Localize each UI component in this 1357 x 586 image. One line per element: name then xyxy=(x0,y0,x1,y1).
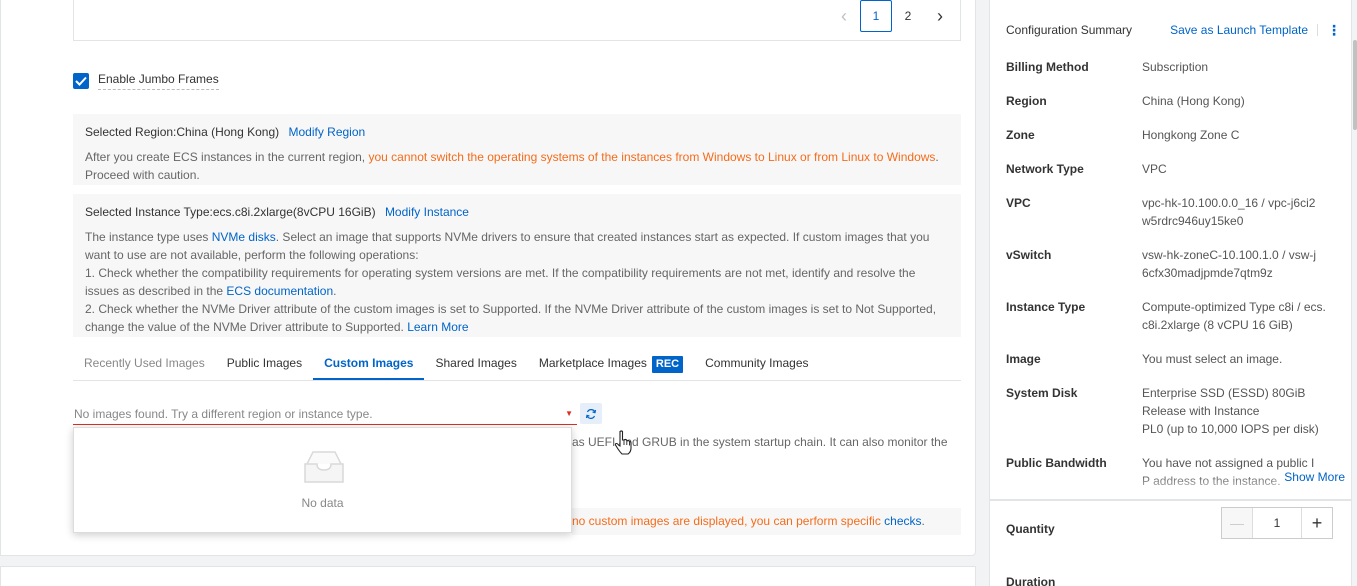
no-data-text: No data xyxy=(301,496,344,510)
summary-value: Compute-optimized Type c8i / ecs.c8i.2xl… xyxy=(1142,300,1326,332)
summary-value: Enterprise SSD (ESSD) 80GiB Release with… xyxy=(1142,384,1319,438)
modify-region-link[interactable]: Modify Region xyxy=(288,125,365,139)
summary-key: Network Type xyxy=(1006,162,1084,176)
warning-end: . xyxy=(921,514,925,528)
tab-marketplace-label: Marketplace Images xyxy=(538,356,647,370)
ecs-documentation-link[interactable]: ECS documentation xyxy=(226,284,333,298)
previous-table: ‹ 1 2 › xyxy=(73,0,961,41)
tab-custom-images[interactable]: Custom Images xyxy=(313,353,425,380)
summary-row-image: Image You must select an image. xyxy=(1006,350,1336,368)
tab-community-images[interactable]: Community Images xyxy=(694,353,819,380)
quantity-label: Quantity xyxy=(1006,522,1055,536)
modify-instance-link[interactable]: Modify Instance xyxy=(385,205,469,219)
region-notice-suffix: . xyxy=(935,150,939,164)
warning-text: no custom images are displayed, you can … xyxy=(572,514,885,528)
next-page-button[interactable]: › xyxy=(924,0,956,32)
region-notice-title: Selected Region:China (Hong Kong) xyxy=(85,125,280,139)
region-notice-text: After you create ECS instances in the cu… xyxy=(85,150,369,164)
summary-value: vpc-hk-10.100.0.0_16 / vpc-j6ci2w5rdrc94… xyxy=(1142,196,1316,228)
summary-key: Image xyxy=(1006,352,1041,366)
disk-line: Enterprise SSD (ESSD) 80GiB xyxy=(1142,386,1306,400)
refresh-icon xyxy=(585,408,597,419)
instance-notice: Selected Instance Type:ecs.c8i.2xlarge(8… xyxy=(73,194,961,337)
scrollbar-thumb[interactable] xyxy=(1353,40,1357,130)
image-tabs: Recently Used Images Public Images Custo… xyxy=(73,353,961,381)
region-notice-line2: Proceed with caution. xyxy=(85,168,200,182)
instance-notice-p2: 1. Check whether the compatibility requi… xyxy=(85,266,916,298)
summary-key: VPC xyxy=(1006,196,1031,210)
summary-value: VPC xyxy=(1142,162,1167,176)
region-notice-warning: you cannot switch the operating systems … xyxy=(368,150,936,164)
image-dropdown-menu: No data xyxy=(73,427,572,533)
tab-public-images[interactable]: Public Images xyxy=(216,353,313,380)
region-notice: Selected Region:China (Hong Kong) Modify… xyxy=(73,114,961,185)
disk-line: Release with Instance xyxy=(1142,404,1260,418)
empty-inbox-icon xyxy=(301,450,347,489)
summary-key: System Disk xyxy=(1006,386,1078,400)
checks-link[interactable]: checks xyxy=(884,514,921,528)
decrease-quantity-button[interactable]: — xyxy=(1222,508,1253,538)
quantity-input[interactable]: 1 xyxy=(1253,516,1301,530)
more-options-icon[interactable]: ⋮ xyxy=(1327,23,1341,37)
configuration-summary: Configuration Summary Save as Launch Tem… xyxy=(989,0,1352,500)
next-section-panel xyxy=(0,566,976,586)
summary-value: Subscription xyxy=(1142,60,1209,74)
refresh-button[interactable] xyxy=(580,403,602,424)
summary-key: Billing Method xyxy=(1006,60,1089,74)
summary-row-vpc: VPC vpc-hk-10.100.0.0_16 / vpc-j6ci2w5rd… xyxy=(1006,194,1336,230)
instance-notice-p2-end: . xyxy=(333,284,337,298)
summary-row-system-disk: System Disk Enterprise SSD (ESSD) 80GiB … xyxy=(1006,384,1336,438)
learn-more-link[interactable]: Learn More xyxy=(407,320,468,334)
save-as-launch-template-link[interactable]: Save as Launch Template xyxy=(1170,23,1308,37)
jumbo-frames-checkbox[interactable] xyxy=(73,73,89,89)
summary-key: vSwitch xyxy=(1006,248,1052,262)
summary-title: Configuration Summary xyxy=(1006,23,1133,37)
summary-value: vsw-hk-zoneC-10.100.1.0 / vsw-j6cfx30mad… xyxy=(1142,248,1317,280)
jumbo-frames-label: Enable Jumbo Frames xyxy=(98,72,219,90)
image-select-placeholder: No images found. Try a different region … xyxy=(74,406,373,421)
summary-header: Configuration Summary Save as Launch Tem… xyxy=(1006,23,1341,37)
summary-value: Hongkong Zone C xyxy=(1142,128,1240,142)
image-required-error: You must select an image. xyxy=(1142,352,1283,366)
summary-key: Public Bandwidth xyxy=(1006,456,1107,470)
summary-key: Instance Type xyxy=(1006,300,1086,314)
rec-badge: REC xyxy=(651,356,684,373)
summary-key: Region xyxy=(1006,94,1047,108)
summary-row-region: Region China (Hong Kong) xyxy=(1006,92,1336,110)
instance-notice-p1: The instance type uses xyxy=(85,230,212,244)
summary-row-vswitch: vSwitch vsw-hk-zoneC-10.100.1.0 / vsw-j6… xyxy=(1006,246,1336,282)
tab-marketplace-images[interactable]: Marketplace Images REC xyxy=(528,353,694,380)
disk-line: PL0 (up to 10,000 IOPS per disk) xyxy=(1142,422,1319,436)
custom-image-warning: no custom images are displayed, you can … xyxy=(572,508,961,535)
summary-row-zone: Zone Hongkong Zone C xyxy=(1006,126,1336,144)
page-1-button[interactable]: 1 xyxy=(860,0,892,32)
check-icon xyxy=(75,76,87,86)
pagination: ‹ 1 2 › xyxy=(828,0,956,32)
nvme-disks-link[interactable]: NVMe disks xyxy=(212,230,276,244)
summary-row-billing: Billing Method Subscription xyxy=(1006,58,1336,76)
purchase-panel: Quantity — 1 + Duration xyxy=(989,500,1352,586)
prev-page-button[interactable]: ‹ xyxy=(828,0,860,32)
divider xyxy=(1317,24,1318,36)
summary-value: China (Hong Kong) xyxy=(1142,94,1245,108)
summary-row-network-type: Network Type VPC xyxy=(1006,160,1336,178)
show-more-link[interactable]: Show More xyxy=(1272,470,1345,484)
hand-cursor-icon xyxy=(614,430,632,459)
instance-notice-title: Selected Instance Type:ecs.c8i.2xlarge(8… xyxy=(85,205,376,219)
tab-recently-used-images[interactable]: Recently Used Images xyxy=(73,353,216,380)
caret-down-icon: ▼ xyxy=(565,409,573,418)
instance-notice-p3: 2. Check whether the NVMe Driver attribu… xyxy=(85,302,937,334)
summary-key: Zone xyxy=(1006,128,1035,142)
image-config-panel: ‹ 1 2 › Enable Jumbo Frames Selected Reg… xyxy=(0,0,976,556)
summary-row-instance-type: Instance Type Compute-optimized Type c8i… xyxy=(1006,298,1336,334)
quantity-stepper: — 1 + xyxy=(1221,507,1333,539)
duration-label: Duration xyxy=(1006,575,1056,586)
increase-quantity-button[interactable]: + xyxy=(1301,508,1332,538)
page-2-button[interactable]: 2 xyxy=(892,0,924,32)
image-select[interactable]: No images found. Try a different region … xyxy=(73,403,577,425)
jumbo-frames-option[interactable]: Enable Jumbo Frames xyxy=(73,72,219,90)
tab-shared-images[interactable]: Shared Images xyxy=(424,353,527,380)
